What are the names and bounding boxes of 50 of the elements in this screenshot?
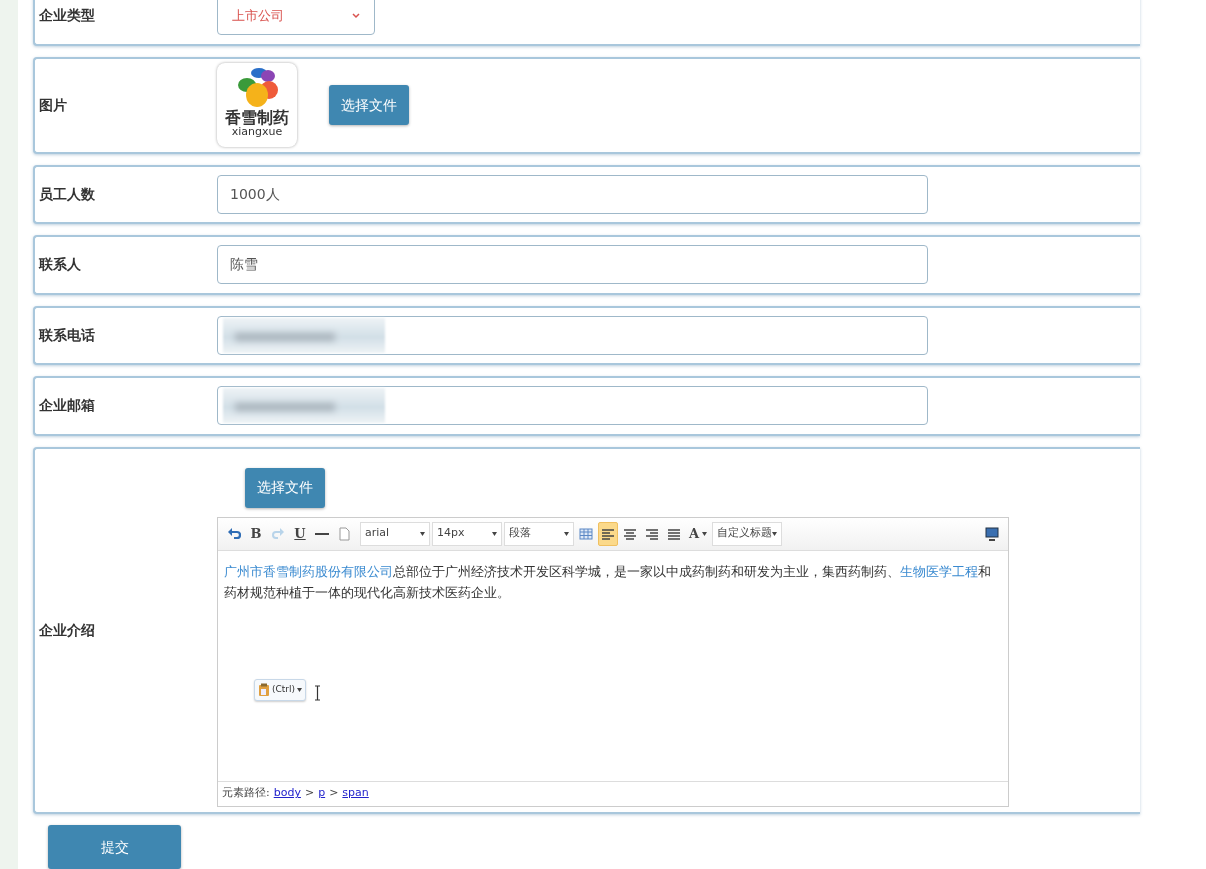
clipboard-icon [258,682,270,697]
type-select[interactable]: 上市公司 [217,0,375,36]
chevron-down-icon [352,12,360,19]
field-label: 企业类型 [38,6,96,26]
justify-icon [667,526,681,541]
choose-file-button[interactable]: 选择文件 [245,467,325,508]
table-icon [579,526,593,541]
align-left-icon [601,526,615,541]
text-field[interactable] [217,315,928,355]
field-label: 员工人数 [38,184,96,204]
logo-image: 香雪制药 xiangxue [217,63,297,148]
toolbar-dropdown[interactable]: 段落 [504,521,574,546]
monitor-icon [985,526,999,541]
format-button[interactable]: U [290,521,310,546]
caret-icon [492,531,497,536]
toolbar-dropdown[interactable]: 14px [432,521,502,546]
caret-icon [772,531,778,536]
toolbar-dropdown[interactable]: 自定义标题 [712,521,783,546]
field-label: 企业介绍 [38,621,96,640]
text-field[interactable]: 陈雪 [217,245,928,285]
field-label: 联系人 [37,255,82,275]
field-label: 联系电话 [37,325,96,345]
editor-text: 广州市香雪制药股份有限公司总部位于广州经济技术开发区科学城，是一家以中成药制药和研发为主业，集西药制药、生物医学工程和药材规范种植于一体的现代化高新技术医药企业。 [224,562,992,602]
path-label: 元素路径: [222,785,270,802]
text-field[interactable]: 1000人 [217,174,928,214]
caret-icon [420,531,425,536]
path-separator: > [329,785,339,802]
path-link[interactable]: span [342,785,369,802]
choose-file-button[interactable]: 选择文件 [329,85,409,126]
align-right-icon [645,526,659,541]
undo-icon [227,526,241,541]
align-center-icon [623,526,637,541]
caret-icon [564,531,569,536]
align-left-button[interactable] [598,521,618,546]
paste-options-button[interactable]: (Ctrl) [254,678,307,701]
field-label: 图片 [38,95,68,115]
toolbar-dropdown[interactable]: arial [360,521,430,546]
redo-icon [271,526,285,541]
caret-icon [297,687,303,692]
format-button[interactable]: B [246,521,266,546]
path-separator: > [304,785,315,802]
horizontal-rule-icon [315,532,329,535]
text-field[interactable] [217,386,928,426]
text-cursor-icon [314,684,321,701]
blank-page-icon [337,526,351,541]
path-link[interactable]: body [273,785,301,802]
field-label: 企业邮箱 [38,396,96,416]
submit-button[interactable]: 提交 [48,825,181,869]
path-link[interactable]: p [318,785,326,802]
format-button[interactable]: A [686,521,711,546]
